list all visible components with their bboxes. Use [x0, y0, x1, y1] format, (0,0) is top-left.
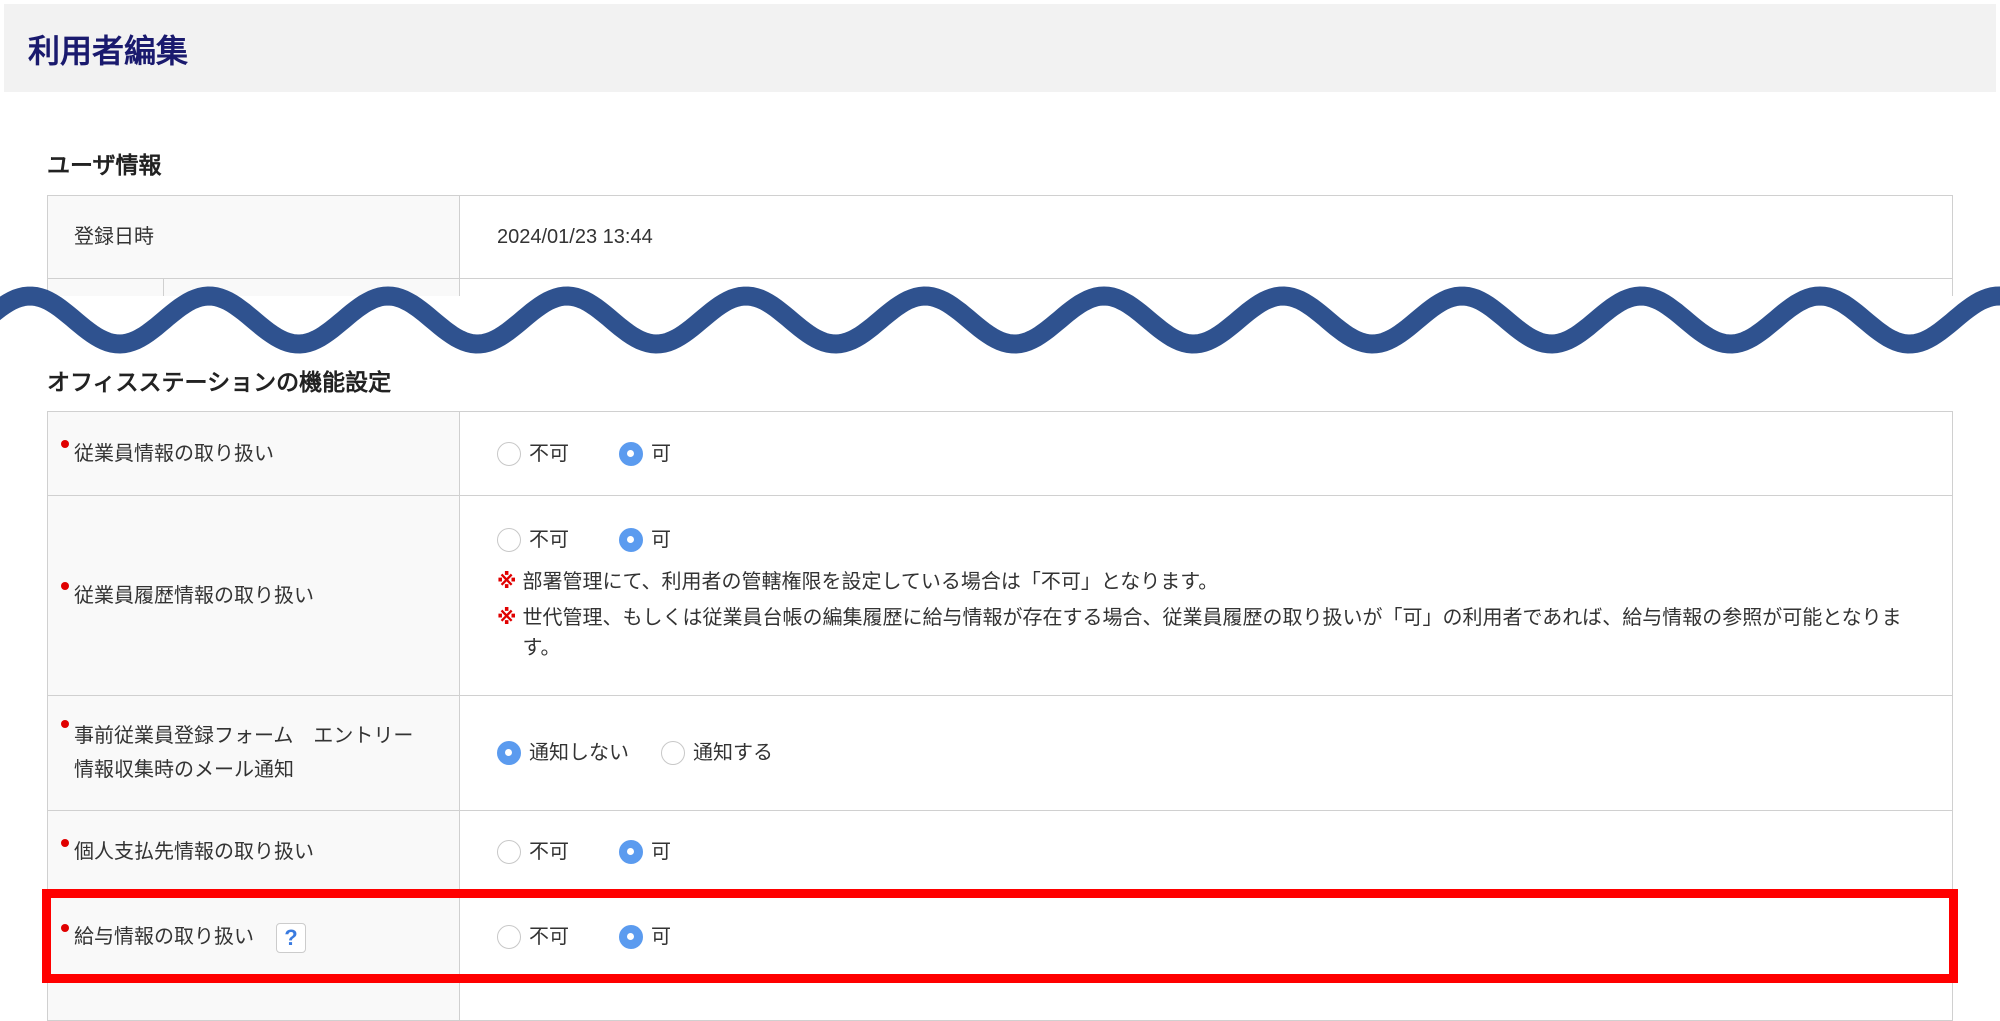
- radio-label: 不可: [529, 528, 569, 551]
- radio-option[interactable]: 不可: [497, 439, 569, 469]
- note: ※ 世代管理、もしくは従業員台帳の編集履歴に給与情報が存在する場合、従業員履歴の取…: [497, 603, 1952, 663]
- radio-button[interactable]: [619, 840, 643, 864]
- radio-label: 可: [651, 528, 671, 551]
- row-label: 従業員情報の取り扱い: [74, 442, 274, 465]
- row-label: 従業員履歴情報の取り扱い: [74, 584, 314, 607]
- note-mark: ※: [497, 570, 517, 593]
- user-info-heading: ユーザ情報: [47, 152, 162, 178]
- required-dot-icon: [61, 719, 69, 728]
- radio-label: 通知しない: [529, 742, 629, 764]
- page-title: 利用者編集: [28, 33, 189, 69]
- row-label-cell: 従業員情報の取り扱い: [47, 411, 460, 496]
- note: ※ 部署管理にて、利用者の管轄権限を設定している場合は「不可」となります。: [497, 567, 1952, 597]
- radio-button[interactable]: [619, 441, 643, 466]
- row-label-cell: 従業員履歴情報の取り扱い: [47, 495, 460, 696]
- note-text: 部署管理にて、利用者の管轄権限を設定している場合は「不可」となります。: [522, 570, 1219, 593]
- radio-label: 不可: [529, 841, 569, 863]
- table-row: 登録日時 2024/01/23 13:44: [47, 195, 1953, 279]
- highlight-box: [42, 889, 1958, 983]
- radio-button[interactable]: [497, 741, 521, 765]
- required-dot-icon: [61, 440, 69, 448]
- row-label: 個人支払先情報の取り扱い: [74, 841, 314, 863]
- radio-label: 不可: [529, 442, 569, 465]
- required-dot-icon: [61, 582, 69, 590]
- row-label-cell: 事前従業員登録フォーム エントリー情報収集時のメール通知: [47, 695, 460, 811]
- radio-button[interactable]: [619, 527, 643, 552]
- required-dot-icon: [61, 838, 69, 847]
- radio-option[interactable]: 不可: [497, 837, 569, 867]
- radio-button[interactable]: [661, 741, 685, 765]
- table-row: 従業員履歴情報の取り扱い 不可 可 ※ 部署管理にて、利用者の管轄権限を設定している場合…: [47, 495, 1953, 696]
- radio-button[interactable]: [497, 527, 521, 552]
- row-label: 登録日時: [47, 195, 460, 279]
- radio-label: 通知する: [693, 742, 773, 764]
- row-label-cell: 個人支払先情報の取り扱い: [47, 810, 460, 894]
- radio-label: 可: [651, 442, 671, 465]
- row-value: 2024/01/23 13:44: [459, 195, 1953, 279]
- page-header: 利用者編集: [4, 4, 1996, 92]
- table-row: 事前従業員登録フォーム エントリー情報収集時のメール通知 通知しない 通知する: [47, 695, 1953, 811]
- radio-option[interactable]: 通知する: [661, 738, 773, 768]
- radio-button[interactable]: [497, 441, 521, 466]
- table-row: 個人支払先情報の取り扱い 不可 可: [47, 810, 1953, 894]
- radio-option[interactable]: 可: [619, 439, 671, 469]
- page-break-wave: [0, 286, 2000, 354]
- note-text: 世代管理、もしくは従業員台帳の編集履歴に給与情報が存在する場合、従業員履歴の取り…: [522, 606, 1902, 659]
- radio-option[interactable]: 可: [619, 837, 671, 867]
- note-mark: ※: [497, 606, 517, 629]
- radio-button[interactable]: [497, 840, 521, 864]
- radio-option[interactable]: 可: [619, 525, 671, 555]
- radio-option[interactable]: 不可: [497, 525, 569, 555]
- radio-label: 可: [651, 841, 671, 863]
- radio-option[interactable]: 通知しない: [497, 738, 629, 768]
- row-label: 事前従業員登録フォーム エントリー情報収集時のメール通知: [74, 725, 414, 781]
- table-row: 従業員情報の取り扱い 不可 可: [47, 411, 1953, 496]
- functions-heading: オフィスステーションの機能設定: [47, 369, 392, 395]
